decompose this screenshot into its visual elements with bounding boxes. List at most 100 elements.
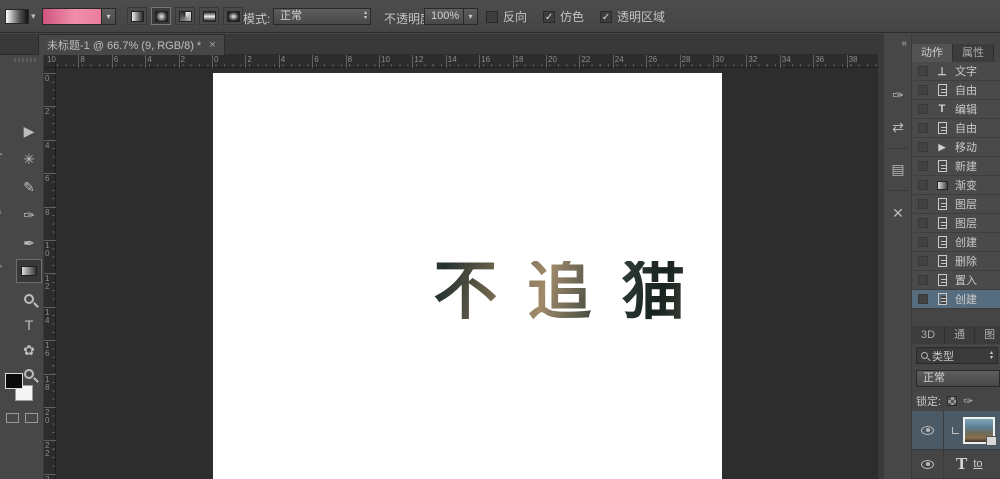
tab-通道[interactable]: 通道 bbox=[945, 326, 976, 359]
history-row[interactable]: 创建 bbox=[912, 233, 1000, 252]
gradient-preview-swatch[interactable] bbox=[42, 8, 102, 25]
opacity-input[interactable]: 100% bbox=[424, 8, 464, 25]
ruler-tick bbox=[345, 55, 347, 68]
tab-属性[interactable]: 属性 bbox=[953, 44, 994, 62]
tool-preset-caret-icon[interactable]: ▾ bbox=[31, 11, 36, 22]
layer-filter-control[interactable]: 类型 ▴ ▾ bbox=[916, 347, 998, 364]
history-row-label: 删除 bbox=[955, 256, 977, 268]
quick-mask-icon[interactable] bbox=[6, 413, 19, 423]
tab-3D[interactable]: 3D bbox=[912, 326, 946, 344]
ruler-label: 22 bbox=[45, 441, 50, 459]
move-tool[interactable]: ▶ bbox=[16, 119, 42, 143]
options-checkboxes: 反向 ✓ 仿色 ✓ 透明区域 bbox=[486, 8, 665, 25]
history-source-checkbox[interactable] bbox=[918, 85, 928, 95]
angle-gradient-button[interactable] bbox=[175, 7, 195, 25]
history-row[interactable]: 图层 bbox=[912, 195, 1000, 214]
reflected-gradient-button[interactable] bbox=[199, 7, 219, 25]
history-row[interactable]: 图层 bbox=[912, 214, 1000, 233]
linear-gradient-button[interactable] bbox=[127, 7, 147, 25]
history-source-checkbox[interactable] bbox=[918, 275, 928, 285]
tab-动作[interactable]: 动作 bbox=[912, 44, 953, 62]
tools-panel-icon[interactable]: ✕ bbox=[887, 202, 909, 224]
magic-wand-tool[interactable]: ✳ bbox=[16, 147, 42, 171]
checkbox-3-icon[interactable]: ✓ bbox=[600, 10, 613, 23]
foreground-color-swatch[interactable] bbox=[5, 373, 23, 389]
history-row[interactable]: 删除 bbox=[912, 252, 1000, 271]
history-source-checkbox[interactable] bbox=[918, 294, 928, 304]
history-row[interactable]: 新建 bbox=[912, 157, 1000, 176]
history-row-label: 自由 bbox=[955, 85, 977, 97]
history-row[interactable]: 创建 bbox=[912, 290, 1000, 309]
stamp-panel-icon[interactable]: ▤ bbox=[887, 158, 909, 180]
brush-presets-panel-icon[interactable]: ✑ bbox=[887, 84, 909, 106]
history-row[interactable]: 渐变 bbox=[912, 176, 1000, 195]
gradient-tool[interactable] bbox=[16, 259, 42, 283]
history-source-checkbox[interactable] bbox=[918, 123, 928, 133]
history-row[interactable]: T 编辑 bbox=[912, 100, 1000, 119]
ruler-label: 16 bbox=[481, 55, 491, 64]
brush-tool[interactable]: ✑ bbox=[16, 203, 42, 227]
document-tab[interactable]: 未标题-1 @ 66.7% (9, RGB/8) * × bbox=[38, 34, 225, 55]
mode-select[interactable]: 正常 ▴ ▾ bbox=[273, 8, 371, 25]
checkbox-2-icon[interactable]: ✓ bbox=[543, 10, 556, 23]
history-source-checkbox[interactable] bbox=[918, 142, 928, 152]
history-source-checkbox[interactable] bbox=[918, 161, 928, 171]
history-row[interactable]: 自由 bbox=[912, 81, 1000, 100]
photoshop-window: ▾ ▾ 模式: 正常 ▴ ▾ 不透明度: 100% ▾ 反向 ✓ 仿色 ✓ 透明区域 未标… bbox=[0, 0, 1000, 479]
history-source-checkbox[interactable] bbox=[918, 199, 928, 209]
history-row-label: 新建 bbox=[955, 161, 977, 173]
diamond-gradient-button[interactable] bbox=[223, 7, 243, 25]
page-icon bbox=[937, 236, 947, 248]
lock-paint-icon[interactable]: ✑ bbox=[963, 394, 973, 408]
tool-preset-picker[interactable] bbox=[5, 9, 29, 24]
expand-panels-icon[interactable]: « bbox=[901, 38, 907, 49]
screen-mode-icon[interactable] bbox=[25, 413, 38, 423]
layer-row[interactable]: Tto bbox=[912, 450, 1000, 479]
page-icon bbox=[937, 160, 947, 172]
ruler-label: 18 bbox=[514, 55, 524, 64]
opacity-caret-icon[interactable]: ▾ bbox=[464, 8, 478, 25]
right-panel-dock: 动作属性 ⊥文字自由T编辑自由▶移动新建渐变图层图层创建删除置入创建 3D通道图… bbox=[912, 34, 1000, 479]
history-source-checkbox[interactable] bbox=[918, 256, 928, 266]
history-source-checkbox[interactable] bbox=[918, 218, 928, 228]
blend-mode-select[interactable]: 正常 bbox=[916, 370, 1000, 387]
history-row[interactable]: ⊥ 文字 bbox=[912, 62, 1000, 81]
gradient-picker-caret-icon[interactable]: ▾ bbox=[102, 8, 116, 25]
dodge-tool[interactable] bbox=[16, 287, 42, 311]
toolbar-edge-ghost-icon: ✑ bbox=[0, 259, 6, 275]
history-row[interactable]: ▶ 移动 bbox=[912, 138, 1000, 157]
mixer-brush-tool[interactable]: ✒ bbox=[16, 231, 42, 255]
tools-panel-grip[interactable] bbox=[14, 58, 36, 62]
layer-visibility-cell[interactable] bbox=[912, 450, 944, 478]
lock-transparency-icon[interactable] bbox=[947, 396, 958, 406]
document-canvas[interactable]: tom 不追猫 bbox=[213, 73, 722, 479]
history-source-checkbox[interactable] bbox=[918, 237, 928, 247]
ruler-label: 4 bbox=[147, 55, 152, 64]
document-tab-close-icon[interactable]: × bbox=[209, 39, 215, 51]
clone-source-panel-icon[interactable]: ⇄ bbox=[887, 116, 909, 138]
shape-tool[interactable]: ✿ bbox=[16, 338, 42, 362]
page-icon bbox=[937, 293, 947, 305]
gradient-icon bbox=[936, 180, 948, 190]
layer-row[interactable] bbox=[912, 411, 1000, 450]
tab-图[interactable]: 图 bbox=[975, 326, 1000, 344]
collapsed-panel-strip: « ✑ ⇄ ▤ ✕ bbox=[884, 34, 912, 479]
history-page-icon bbox=[935, 122, 949, 134]
diamond-gradient-icon bbox=[226, 10, 240, 22]
layer-thumbnail-image[interactable] bbox=[963, 416, 997, 446]
history-source-checkbox[interactable] bbox=[918, 104, 928, 114]
layer-visibility-cell[interactable] bbox=[912, 411, 944, 449]
ruler-label: 8 bbox=[45, 207, 50, 217]
history-source-checkbox[interactable] bbox=[918, 180, 928, 190]
type-tool[interactable]: T bbox=[16, 313, 42, 337]
toolbar-edge-ghost-icon: ✛ bbox=[0, 147, 6, 163]
text-layer-thumbnail[interactable]: T bbox=[956, 454, 967, 474]
checkbox-1-icon[interactable] bbox=[486, 10, 498, 23]
history-row[interactable]: 置入 bbox=[912, 271, 1000, 290]
history-source-checkbox[interactable] bbox=[918, 66, 928, 76]
radial-gradient-button[interactable] bbox=[151, 7, 171, 25]
document-tab-bar: 未标题-1 @ 66.7% (9, RGB/8) * × bbox=[0, 34, 878, 55]
history-row[interactable]: 自由 bbox=[912, 119, 1000, 138]
eyedropper-tool[interactable]: ✎ bbox=[16, 175, 42, 199]
ruler-label: 10 bbox=[381, 55, 390, 64]
